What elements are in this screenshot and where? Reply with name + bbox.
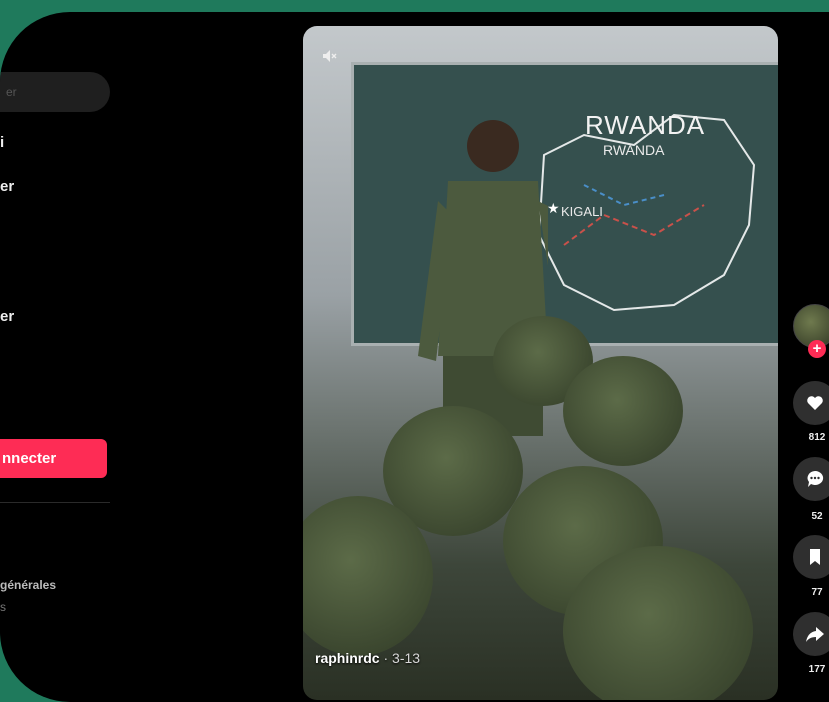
- sidebar-item-3[interactable]: er: [0, 308, 14, 325]
- soldier-figure: [563, 546, 753, 700]
- heart-icon: [807, 396, 823, 410]
- share-count: 177: [808, 664, 826, 675]
- share-button[interactable]: [793, 612, 829, 656]
- star-icon: ★: [547, 200, 560, 216]
- like-count: 812: [808, 432, 826, 443]
- app-window: er i er er nnecter générales s RWANDA RW…: [0, 12, 829, 702]
- login-button[interactable]: nnecter: [0, 439, 107, 478]
- comment-count: 52: [811, 511, 823, 522]
- follow-plus-icon[interactable]: +: [808, 340, 826, 358]
- footer-link-terms[interactable]: générales: [0, 578, 56, 592]
- comment-icon: [807, 470, 824, 487]
- save-button[interactable]: [793, 535, 829, 579]
- bookmark-icon: [810, 549, 820, 565]
- author-name[interactable]: raphinrdc: [315, 650, 380, 666]
- action-rail: + 812 52 77 177: [791, 12, 829, 702]
- map-city-label: KIGALI: [561, 204, 603, 219]
- like-button[interactable]: [793, 381, 829, 425]
- post-date: 3-13: [392, 650, 421, 666]
- soldier-figure: [563, 356, 683, 466]
- search-input[interactable]: er: [0, 72, 110, 112]
- map-title: RWANDA: [585, 110, 706, 140]
- footer-link-more[interactable]: s: [0, 600, 6, 614]
- save-count: 77: [811, 587, 823, 598]
- comment-button[interactable]: [793, 457, 829, 501]
- date-separator: ·: [379, 650, 393, 666]
- map-subtitle: RWANDA: [603, 142, 665, 158]
- mute-icon[interactable]: [321, 48, 337, 64]
- video-player[interactable]: RWANDA RWANDA ★ KIGALI raphinrdc · 3-13: [303, 26, 778, 700]
- sidebar-item-2[interactable]: er: [0, 178, 14, 195]
- divider: [0, 502, 110, 503]
- share-arrow-icon: [806, 627, 824, 642]
- sidebar: er i er er nnecter générales s: [0, 12, 118, 702]
- video-caption: raphinrdc · 3-13: [315, 650, 420, 666]
- sidebar-item-1[interactable]: i: [0, 134, 4, 151]
